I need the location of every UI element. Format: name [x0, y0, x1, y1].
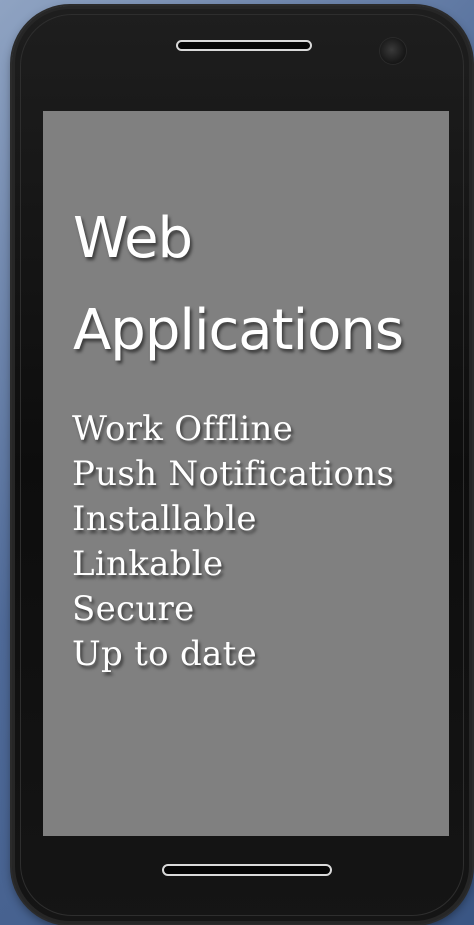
earpiece-speaker: [176, 40, 312, 51]
feature-item-secure: Secure: [72, 589, 195, 629]
bottom-speaker: [162, 864, 332, 876]
title-line-1: Web: [73, 206, 193, 271]
feature-list: Work Offline Push Notifications Installa…: [72, 407, 394, 677]
front-camera: [380, 38, 406, 64]
feature-item-work-offline: Work Offline: [72, 409, 294, 449]
feature-item-linkable: Linkable: [72, 544, 224, 584]
feature-item-installable: Installable: [72, 499, 257, 539]
title-line-2: Applications: [73, 298, 404, 363]
page-title: Web Applications: [73, 193, 404, 377]
feature-item-push-notifications: Push Notifications: [72, 454, 395, 494]
feature-item-up-to-date: Up to date: [72, 634, 257, 674]
phone-frame: Web Applications Work Offline Push Notif…: [12, 6, 472, 924]
phone-screen: Web Applications Work Offline Push Notif…: [43, 111, 449, 836]
